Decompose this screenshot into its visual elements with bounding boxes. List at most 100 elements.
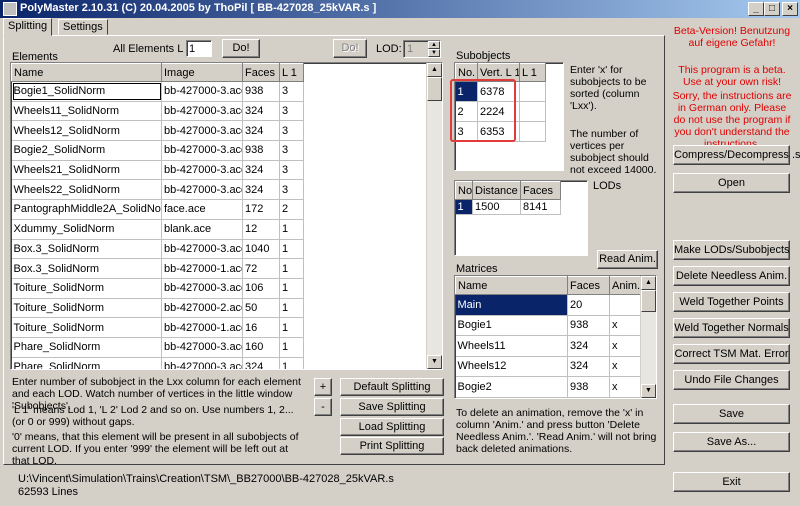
load-splitting-button[interactable]: Load Splitting [340,418,444,436]
lod-up-arrow[interactable]: ▲ [428,41,440,49]
matrix-row-cell[interactable]: Main [455,294,568,316]
element-row-cell[interactable]: 1 [279,278,304,299]
read-anim-button[interactable]: Read Anim. [597,250,658,269]
element-row[interactable]: Xdummy_SolidNorm blank.ace 12 1 [11,219,304,240]
element-row-cell[interactable]: blank.ace [161,219,243,240]
delete-anim-button[interactable]: Delete Needless Anim. [673,266,790,286]
scroll-down-arrow[interactable]: ▼ [427,355,442,369]
matrix-row-cell[interactable]: Wheels21 [455,397,568,398]
element-row-cell[interactable]: Wheels12_SolidNorm [11,120,162,142]
lod-row[interactable]: 1 1500 8141 [455,199,561,215]
element-row[interactable]: Toiture_SolidNorm bb-427000-3.ace 106 1 [11,278,304,299]
element-row-cell[interactable]: bb-427000-3.ace [161,120,243,142]
element-row-cell[interactable]: Wheels21_SolidNorm [11,160,162,181]
element-row-cell[interactable]: 938 [242,140,280,161]
element-row-cell[interactable]: Toiture_SolidNorm [11,298,162,319]
element-row-cell[interactable]: bb-427000-2.ace [161,298,243,319]
element-row-cell[interactable]: bb-427000-3.ace [161,140,243,161]
col-distance[interactable]: Distance [472,181,521,200]
element-row-cell[interactable]: 324 [242,357,280,369]
element-row-cell[interactable]: 16 [242,317,280,338]
matrix-row-cell[interactable]: x [609,315,641,336]
weld-normals-button[interactable]: Weld Together Normals [673,318,790,338]
close-button[interactable]: × [782,2,798,16]
lods-grid[interactable]: No. Distance Faces 115008141 [454,180,588,256]
element-row[interactable]: Wheels22_SolidNorm bb-427000-3.ace 324 3 [11,179,304,201]
element-row-cell[interactable]: 3 [279,160,304,181]
all-elements-input[interactable] [186,40,212,57]
matrix-row-cell[interactable]: Bogie1 [455,315,568,336]
element-row-cell[interactable]: 1 [279,317,304,338]
element-row[interactable]: Box.3_SolidNorm bb-427000-1.ace 72 1 [11,258,304,279]
element-row[interactable]: Bogie2_SolidNorm bb-427000-3.ace 938 3 [11,140,304,161]
lod-row-cell[interactable]: 1 [455,199,473,215]
element-row[interactable]: Phare_SolidNorm bb-427000-3.ace 160 1 [11,337,304,358]
element-row-cell[interactable]: Box.3_SolidNorm [11,258,162,279]
element-row-cell[interactable]: Phare_SolidNorm [11,337,162,358]
tab-settings[interactable]: Settings [58,19,108,35]
element-row-cell[interactable]: bb-427000-1.ace [161,258,243,279]
matrix-row-cell[interactable]: Wheels12 [455,356,568,377]
correct-tsm-button[interactable]: Correct TSM Mat. Error [673,344,790,364]
plus-button[interactable]: + [314,378,332,396]
element-row-cell[interactable]: 106 [242,278,280,299]
undo-changes-button[interactable]: Undo File Changes [673,370,790,390]
open-button[interactable]: Open [673,173,790,193]
element-row-cell[interactable]: 3 [279,140,304,161]
matrix-row-cell[interactable] [609,294,641,316]
matrix-row-cell[interactable]: 324 [567,335,610,357]
element-row-cell[interactable]: 1 [279,219,304,240]
element-row-cell[interactable]: 3 [279,120,304,142]
scroll-thumb[interactable] [427,77,442,101]
element-row-cell[interactable]: bb-427000-3.ace [161,81,243,102]
matrices-scroll-down[interactable]: ▼ [641,384,656,398]
element-row[interactable]: Wheels11_SolidNorm bb-427000-3.ace 324 3 [11,101,304,122]
matrix-row[interactable]: Main 20 [455,294,641,316]
element-row-cell[interactable]: Xdummy_SolidNorm [11,219,162,240]
matrix-row-cell[interactable]: 938 [567,376,610,398]
element-row-cell[interactable]: 1 [279,298,304,319]
matrices-scrollbar[interactable]: ▲ ▼ [640,276,656,398]
print-splitting-button[interactable]: Print Splitting [340,437,444,455]
element-row-cell[interactable]: bb-427000-3.ace [161,239,243,260]
matrix-row[interactable]: Bogie1 938 x [455,315,641,336]
minus-button[interactable]: - [314,398,332,416]
element-row[interactable]: Box.3_SolidNorm bb-427000-3.ace 1040 1 [11,239,304,260]
lod-spinner[interactable]: 1 ▲ ▼ [403,40,441,58]
exit-button[interactable]: Exit [673,472,790,492]
element-row[interactable]: Wheels21_SolidNorm bb-427000-3.ace 324 3 [11,160,304,181]
subobject-row-cell[interactable] [519,81,546,102]
col-l1[interactable]: L 1 [279,63,304,82]
weld-points-button[interactable]: Weld Together Points [673,292,790,312]
element-row-cell[interactable]: Phare_SolidNorm [11,357,162,369]
elements-grid[interactable]: Name Image Faces L 1 Bogie1_SolidNorm bb-… [10,62,443,370]
col-image[interactable]: Image [161,63,243,82]
lod-down-arrow[interactable]: ▼ [428,49,440,57]
matrices-scroll-thumb[interactable] [641,290,656,312]
col-faces[interactable]: Faces [242,63,280,82]
element-row-cell[interactable]: 3 [279,179,304,201]
col-matrix-name[interactable]: Name [455,276,568,295]
col-sub-l1[interactable]: L 1 [519,63,546,82]
compress-decompress-button[interactable]: Compress/Decompress .s [673,145,800,165]
subobject-row-cell[interactable] [519,121,546,142]
subobject-row-cell[interactable] [519,101,546,122]
element-row-cell[interactable]: Wheels11_SolidNorm [11,101,162,122]
element-row[interactable]: Toiture_SolidNorm bb-427000-2.ace 50 1 [11,298,304,319]
lod-row-cell[interactable]: 1500 [472,199,521,215]
element-row[interactable]: Wheels12_SolidNorm bb-427000-3.ace 324 3 [11,120,304,142]
element-row-cell[interactable]: bb-427000-3.ace [161,278,243,299]
lod-row-cell[interactable]: 8141 [520,199,561,215]
maximize-button[interactable]: □ [764,2,780,16]
make-lods-button[interactable]: Make LODs/Subobjects [673,240,790,260]
element-row-cell[interactable]: 1 [279,337,304,358]
element-row-cell[interactable]: Wheels22_SolidNorm [11,179,162,201]
minimize-button[interactable]: _ [748,2,764,16]
element-row[interactable]: PantographMiddle2A_SolidNorm face.ace 172 2 [11,199,304,220]
element-row-cell[interactable]: 2 [279,199,304,220]
default-splitting-button[interactable]: Default Splitting [340,378,444,396]
element-row-cell[interactable]: bb-427000-3.ace [161,179,243,201]
matrix-row-cell[interactable]: 938 [567,315,610,336]
element-row-cell[interactable]: Toiture_SolidNorm [11,278,162,299]
element-row-cell[interactable]: Box.3_SolidNorm [11,239,162,260]
